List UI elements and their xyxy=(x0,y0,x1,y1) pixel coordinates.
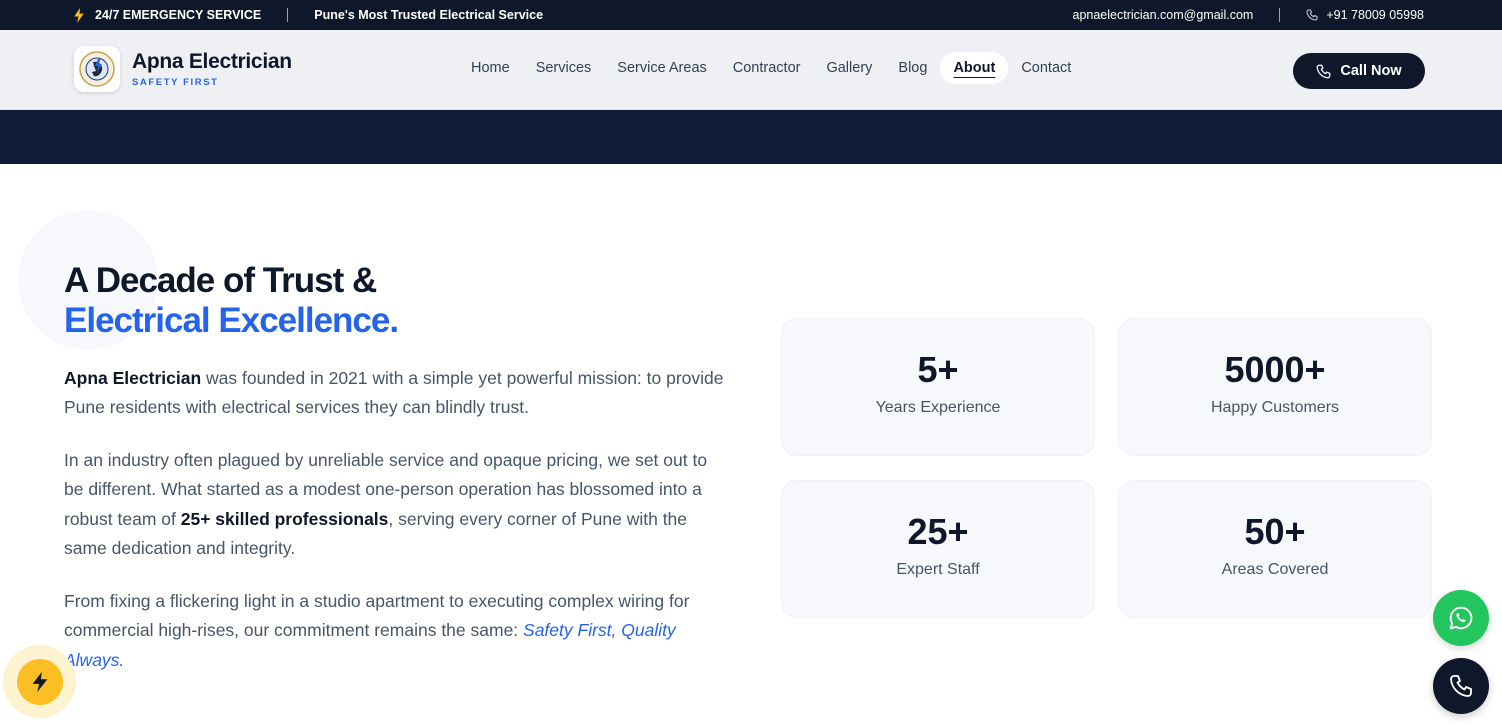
about-headline: A Decade of Trust & Electrical Excellenc… xyxy=(64,261,399,341)
apna-electrician-logo[interactable] xyxy=(74,46,120,92)
phone-call-button[interactable] xyxy=(1433,658,1489,714)
stat-value: 50+ xyxy=(1244,511,1306,552)
whatsapp-button[interactable] xyxy=(1433,590,1489,646)
headline-line-1: A Decade of Trust & xyxy=(64,261,377,300)
about-paragraph-3: From fixing a flickering light in a stud… xyxy=(64,587,724,675)
stat-card-areas: 50+ Areas Covered xyxy=(1118,480,1432,618)
stat-card-years: 5+ Years Experience xyxy=(781,318,1095,456)
topbar-divider xyxy=(287,8,289,22)
brand-tagline: SAFETY FIRST xyxy=(132,77,219,88)
nav-services[interactable]: Services xyxy=(523,52,605,84)
topbar-phone[interactable]: +91 78009 05998 xyxy=(1326,8,1424,22)
main-nav: Home Services Service Areas Contractor G… xyxy=(458,52,1084,84)
emergency-service-text: 24/7 EMERGENCY SERVICE xyxy=(95,8,262,22)
headline-line-2: Electrical Excellence xyxy=(64,301,390,340)
top-bar: 24/7 EMERGENCY SERVICE Pune's Most Trust… xyxy=(0,0,1502,30)
stat-label: Happy Customers xyxy=(1210,399,1340,416)
call-now-button[interactable]: Call Now xyxy=(1293,53,1425,89)
stat-value: 5+ xyxy=(917,349,959,390)
topbar-email[interactable]: apnaelectrician.com@gmail.com xyxy=(1073,8,1254,22)
lightning-bolt-icon xyxy=(74,7,84,23)
stat-value: 25+ xyxy=(907,511,969,552)
call-now-label: Call Now xyxy=(1340,63,1402,79)
headline-dot: . xyxy=(389,301,399,340)
stat-label: Years Experience xyxy=(875,399,1001,416)
stat-card-customers: 5000+ Happy Customers xyxy=(1118,318,1432,456)
phone-icon xyxy=(1306,9,1318,21)
topbar-divider xyxy=(1279,8,1281,22)
about-paragraph-2: In an industry often plagued by unreliab… xyxy=(64,446,724,563)
site-header: Apna Electrician SAFETY FIRST Home Servi… xyxy=(0,30,1502,110)
stat-label: Areas Covered xyxy=(1221,561,1329,578)
brand-name[interactable]: Apna Electrician xyxy=(132,50,292,74)
phone-icon xyxy=(1317,64,1331,78)
company-name-strong: Apna Electrician xyxy=(64,368,202,388)
stat-card-staff: 25+ Expert Staff xyxy=(781,480,1095,618)
stat-label: Expert Staff xyxy=(896,561,980,578)
phone-icon xyxy=(1450,675,1472,697)
nav-about[interactable]: About xyxy=(940,52,1009,84)
nav-contact[interactable]: Contact xyxy=(1008,52,1084,84)
lightning-bolt-icon xyxy=(32,671,48,693)
nav-service-areas[interactable]: Service Areas xyxy=(604,52,719,84)
nav-home[interactable]: Home xyxy=(458,52,523,84)
whatsapp-icon xyxy=(1449,606,1473,630)
topbar-tagline: Pune's Most Trusted Electrical Service xyxy=(314,8,544,22)
nav-contractor[interactable]: Contractor xyxy=(720,52,814,84)
hero-banner xyxy=(0,110,1502,164)
emergency-fab-button[interactable] xyxy=(17,659,63,705)
about-paragraph-1: Apna Electrician was founded in 2021 wit… xyxy=(64,364,724,423)
logo-emblem-icon xyxy=(79,51,115,87)
nav-blog[interactable]: Blog xyxy=(885,52,940,84)
nav-gallery[interactable]: Gallery xyxy=(813,52,885,84)
stat-value: 5000+ xyxy=(1224,349,1326,390)
team-size-strong: 25+ skilled professionals xyxy=(180,508,389,529)
